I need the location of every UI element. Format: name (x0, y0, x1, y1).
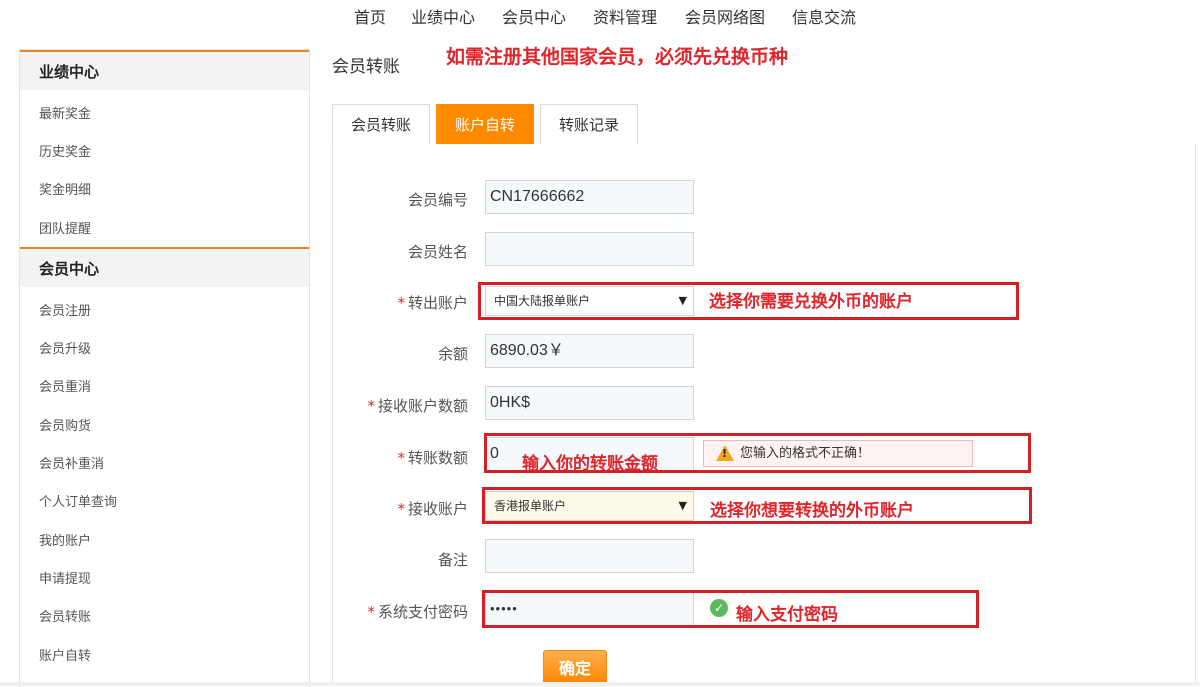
sidebar-item-bonus-detail[interactable]: 奖金明细 (39, 179, 91, 198)
balance-field: 6890.03￥ (485, 334, 694, 368)
sidebar-item-member-transfer[interactable]: 会员转账 (39, 606, 91, 625)
sidebar-item-member-register[interactable]: 会员注册 (39, 300, 91, 319)
member-id-label: 会员编号 (407, 191, 468, 209)
nav-info-exchange[interactable]: 信息交流 (792, 4, 856, 28)
pay-password-annotation: 输入支付密码 (736, 605, 838, 625)
sidebar-item-member-supplement[interactable]: 会员补重消 (39, 453, 104, 472)
nav-home[interactable]: 首页 (354, 4, 386, 28)
tab-transfer-records[interactable]: 转账记录 (540, 104, 638, 144)
sidebar-item-order-query[interactable]: 个人订单查询 (39, 491, 117, 510)
transfer-amount-label: * 转账数额 (397, 449, 468, 467)
member-name-field[interactable] (485, 232, 694, 266)
sidebar-item-team-reminder[interactable]: 团队提醒 (39, 218, 91, 237)
notice-annotation: 如需注册其他国家会员，必须先兑换币种 (446, 46, 789, 68)
sidebar-group-title-performance[interactable]: 业绩中心 (20, 50, 309, 90)
remark-label: 备注 (437, 551, 468, 569)
page-title: 会员转账 (332, 57, 400, 77)
pay-password-highlight-box (482, 590, 979, 628)
to-account-label: * 接收账户 (397, 500, 468, 518)
submit-button[interactable]: 确定 (543, 650, 607, 686)
remark-field[interactable] (485, 539, 694, 573)
sidebar-item-latest-bonus[interactable]: 最新奖金 (39, 103, 91, 122)
sidebar-group-title-member-center[interactable]: 会员中心 (20, 247, 309, 287)
tab-member-transfer[interactable]: 会员转账 (332, 104, 430, 144)
sidebar-item-member-purchase[interactable]: 会员购货 (39, 415, 91, 434)
sidebar-item-self-transfer[interactable]: 账户自转 (39, 645, 91, 664)
top-nav: 首页 业绩中心 会员中心 资料管理 会员网络图 信息交流 (0, 0, 1200, 30)
check-circle-icon: ✓ (710, 599, 728, 617)
balance-label: 余额 (437, 345, 468, 363)
page-bottom-divider (0, 682, 1200, 686)
nav-member-center[interactable]: 会员中心 (502, 4, 566, 28)
error-tooltip-text: 您输入的格式不正确！ (740, 446, 871, 461)
member-id-field[interactable]: CN17666662 (485, 180, 694, 214)
from-account-annotation: 选择你需要兑换外币的账户 (709, 292, 913, 312)
nav-performance[interactable]: 业绩中心 (411, 4, 475, 28)
nav-member-network[interactable]: 会员网络图 (685, 4, 765, 28)
member-name-label: 会员姓名 (407, 243, 468, 261)
sidebar-item-withdraw[interactable]: 申请提现 (39, 568, 91, 587)
error-tooltip: 您输入的格式不正确！ (703, 440, 973, 467)
tab-self-transfer[interactable]: 账户自转 (436, 104, 534, 144)
tab-bar: 会员转账 账户自转 转账记录 (332, 104, 1194, 145)
transfer-amount-annotation: 输入你的转账金额 (522, 454, 658, 474)
sidebar-item-member-reconsume[interactable]: 会员重消 (39, 376, 91, 395)
nav-data-management[interactable]: 资料管理 (593, 4, 657, 28)
pay-password-label: * 系统支付密码 (367, 603, 468, 621)
receive-amount-field: 0HK$ (485, 386, 694, 420)
sidebar-item-member-upgrade[interactable]: 会员升级 (39, 338, 91, 357)
receive-amount-label: * 接收账户数额 (367, 397, 468, 415)
sidebar-item-history-bonus[interactable]: 历史奖金 (39, 141, 91, 160)
warning-icon (716, 445, 734, 461)
sidebar-item-my-account[interactable]: 我的账户 (39, 530, 91, 549)
from-account-label: * 转出账户 (397, 294, 468, 312)
sidebar: 业绩中心 最新奖金 历史奖金 奖金明细 团队提醒 会员中心 会员注册 会员升级 … (19, 49, 310, 687)
to-account-annotation: 选择你想要转换的外币账户 (710, 501, 914, 521)
